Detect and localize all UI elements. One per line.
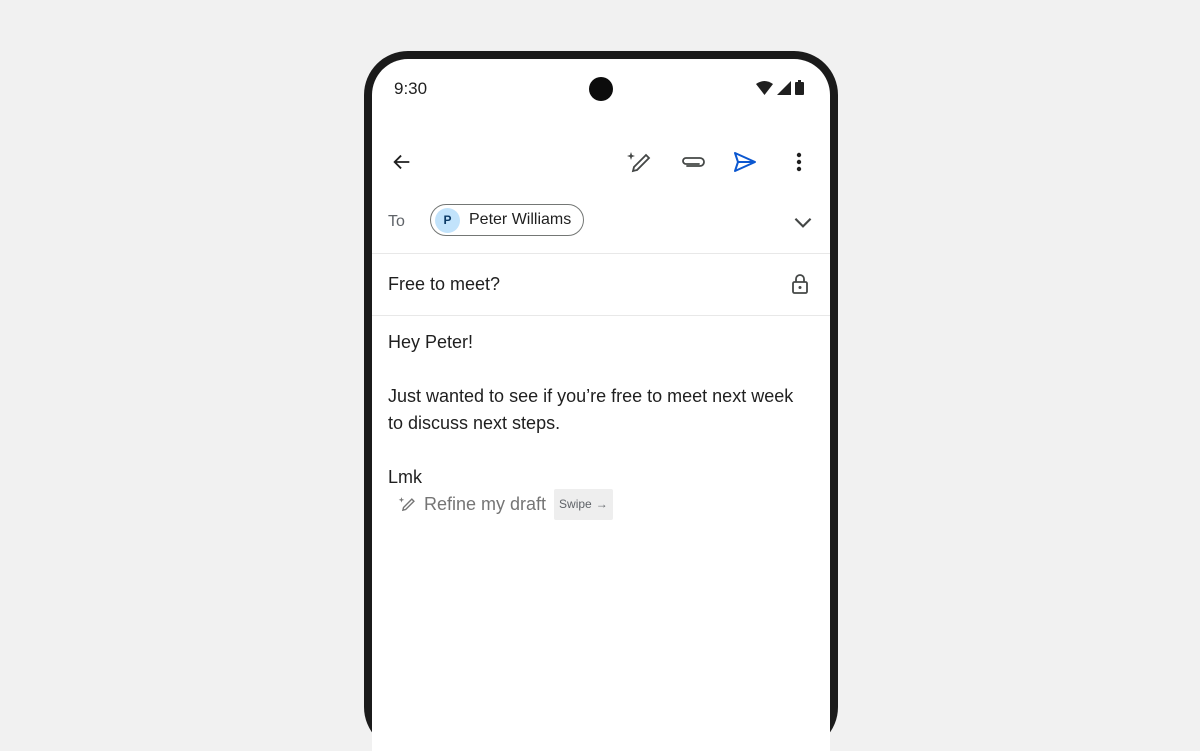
send-button[interactable]: [730, 147, 760, 177]
arrow-right-icon: →: [595, 496, 608, 511]
body-greeting: Hey Peter!: [388, 332, 474, 352]
body-signoff: Lmk: [388, 467, 423, 487]
back-button[interactable]: [387, 147, 417, 177]
swipe-hint: Swipe →: [554, 488, 613, 520]
body-line-1: Just wanted to see if you’re free to mee…: [388, 386, 794, 406]
attach-button[interactable]: [678, 147, 708, 177]
help-me-write-button[interactable]: [624, 147, 654, 177]
refine-draft-suggestion[interactable]: Refine my draft Swipe →: [398, 488, 810, 520]
phone-screen: 9:30 To P Peter Williams Free to meet? H…: [372, 59, 830, 751]
status-time: 9:30: [394, 79, 428, 98]
status-bar: 9:30: [372, 59, 830, 119]
recipient-avatar: P: [435, 207, 460, 233]
lock-icon[interactable]: [788, 272, 812, 296]
wifi-icon: [756, 80, 773, 95]
refine-draft-label: Refine my draft: [424, 493, 547, 514]
subject-row[interactable]: Free to meet?: [372, 254, 830, 316]
phone-frame: 9:30 To P Peter Williams Free to meet? H…: [364, 51, 838, 751]
recipient-name: Peter Williams: [469, 211, 572, 228]
send-icon: [734, 152, 756, 172]
message-body[interactable]: Hey Peter! Just wanted to see if you’re …: [388, 329, 810, 520]
body-line-2: to discuss next steps.: [388, 413, 561, 433]
more-vertical-icon: [796, 152, 802, 172]
paperclip-icon: [682, 157, 705, 167]
arrow-left-icon: [393, 154, 410, 170]
compose-toolbar: [372, 137, 830, 187]
pen-sparkle-icon: [398, 497, 415, 512]
to-label: To: [388, 213, 405, 230]
cell-signal-icon: [777, 80, 791, 95]
to-field-row: To P Peter Williams: [372, 193, 830, 254]
pen-sparkle-icon: [627, 152, 651, 173]
recipient-chip[interactable]: P Peter Williams: [430, 204, 585, 236]
battery-icon: [795, 80, 804, 95]
swipe-hint-label: Swipe: [559, 496, 592, 511]
subject-field[interactable]: Free to meet?: [388, 274, 500, 295]
more-options-button[interactable]: [784, 147, 814, 177]
status-icons: [756, 80, 804, 95]
chevron-down-icon[interactable]: [790, 209, 816, 235]
camera-cutout: [589, 77, 613, 101]
